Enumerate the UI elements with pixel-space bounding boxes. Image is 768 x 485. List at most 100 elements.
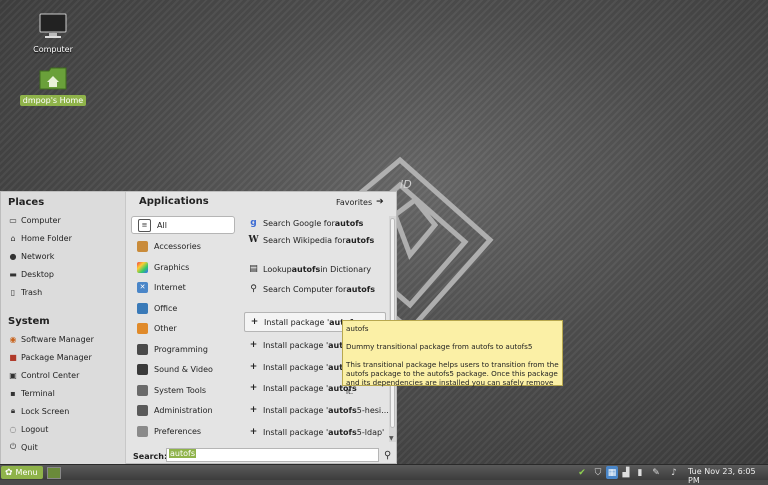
system-tools-icon bbox=[137, 384, 148, 396]
google-icon: g bbox=[250, 218, 257, 228]
system-title: System bbox=[8, 316, 50, 327]
dictionary-icon: ▤ bbox=[249, 264, 258, 274]
scroll-down-icon[interactable]: ▼ bbox=[389, 435, 394, 442]
system-item-control-center[interactable]: ▣ Control Center bbox=[8, 367, 79, 383]
category-all[interactable]: ≡ All bbox=[131, 216, 235, 234]
places-item-trash[interactable]: ▯ Trash bbox=[8, 284, 42, 300]
plus-icon: + bbox=[249, 427, 258, 437]
battery-icon[interactable]: ▮ bbox=[634, 466, 646, 479]
preferences-icon bbox=[137, 425, 148, 437]
plus-icon: + bbox=[249, 383, 258, 393]
plus-icon: + bbox=[250, 317, 259, 327]
result-lookup-dictionary[interactable]: ▤ Lookup autofs in Dictionary bbox=[248, 260, 371, 278]
search-icon: ⚲ bbox=[250, 284, 257, 294]
favorites-button[interactable]: Favorites ➔ bbox=[336, 197, 384, 207]
places-system-pane: Places ▭ Computer ⌂ Home Folder ● Network ▬… bbox=[1, 192, 126, 464]
other-icon bbox=[137, 322, 148, 334]
result-install-package-3[interactable]: + Install package ' auto bbox=[248, 358, 349, 376]
category-office[interactable]: Office bbox=[131, 299, 235, 317]
category-accessories[interactable]: Accessories bbox=[131, 237, 235, 255]
home-folder-icon bbox=[39, 67, 67, 90]
bottom-panel: ✿ Menu ✔ ⛉ ▦ ▟ ▮ ✎ ♪ Tue Nov 23, 6:05 PM bbox=[0, 464, 768, 485]
desktop-icon-label: Computer bbox=[33, 45, 73, 54]
result-search-computer[interactable]: ⚲ Search Computer for autofs bbox=[248, 280, 375, 298]
system-item-terminal[interactable]: ▪ Terminal bbox=[8, 385, 55, 401]
programming-icon bbox=[137, 343, 148, 355]
package-tooltip: autofs Dummy transitional package from a… bbox=[342, 320, 563, 396]
system-item-logout[interactable]: ◌ Logout bbox=[8, 421, 49, 437]
tooltip-summary: Dummy transitional package from autofs t… bbox=[346, 342, 533, 351]
places-item-computer[interactable]: ▭ Computer bbox=[8, 212, 61, 228]
sound-video-icon bbox=[137, 363, 148, 375]
mint-menu-icon: ✿ bbox=[5, 467, 13, 478]
search-input-text: autofs bbox=[169, 449, 196, 458]
start-menu: Places ▭ Computer ⌂ Home Folder ● Network ▬… bbox=[0, 191, 397, 464]
software-manager-icon: ◉ bbox=[9, 334, 17, 344]
category-sound-video[interactable]: Sound & Video bbox=[131, 360, 235, 378]
computer-icon: ▭ bbox=[9, 215, 17, 225]
svg-text:ID: ID bbox=[400, 178, 412, 191]
shield-icon[interactable]: ⛉ bbox=[592, 466, 604, 479]
result-install-package-5[interactable]: + Install package ' autofs 5-hesi... bbox=[248, 401, 389, 419]
category-other[interactable]: Other bbox=[131, 319, 235, 337]
wikipedia-icon: W bbox=[248, 235, 259, 245]
places-item-home-folder[interactable]: ⌂ Home Folder bbox=[8, 230, 71, 246]
monitor-icon bbox=[39, 13, 67, 38]
category-system-tools[interactable]: System Tools bbox=[131, 381, 235, 399]
accessories-icon bbox=[137, 240, 148, 252]
desktop-icon: ▬ bbox=[9, 269, 17, 279]
system-item-quit[interactable]: ⏻ Quit bbox=[8, 439, 38, 455]
system-item-package-manager[interactable]: ■ Package Manager bbox=[8, 349, 92, 365]
plus-icon: + bbox=[249, 362, 258, 372]
internet-icon: ✕ bbox=[137, 281, 148, 293]
search-input[interactable]: autofs bbox=[166, 448, 379, 462]
package-manager-icon: ■ bbox=[9, 352, 17, 362]
terminal-icon: ▪ bbox=[10, 388, 16, 398]
system-item-lock-screen[interactable]: 🔒︎ Lock Screen bbox=[8, 403, 69, 419]
keyboard-icon[interactable]: ▦ bbox=[606, 466, 618, 479]
lock-icon: 🔒︎ bbox=[10, 406, 16, 415]
desktop-icon-computer[interactable]: Computer bbox=[18, 12, 88, 55]
trash-icon: ▯ bbox=[10, 287, 16, 297]
result-install-package-2[interactable]: + Install package ' auto bbox=[248, 336, 349, 354]
pin-icon[interactable]: ✎ bbox=[650, 466, 662, 479]
administration-icon bbox=[137, 404, 148, 416]
category-graphics[interactable]: Graphics bbox=[131, 258, 235, 276]
plus-icon: + bbox=[249, 340, 258, 350]
search-label: Search: bbox=[133, 452, 168, 461]
menu-button[interactable]: ✿ Menu bbox=[1, 466, 43, 479]
arrow-right-icon: ➔ bbox=[376, 197, 384, 207]
places-title: Places bbox=[8, 197, 45, 208]
result-search-wikipedia[interactable]: W Search Wikipedia for autofs bbox=[248, 231, 374, 249]
places-item-network[interactable]: ● Network bbox=[8, 248, 55, 264]
show-desktop-button[interactable] bbox=[47, 467, 61, 479]
all-icon: ≡ bbox=[138, 218, 151, 232]
home-icon: ⌂ bbox=[10, 233, 16, 243]
logout-icon: ◌ bbox=[9, 424, 17, 434]
category-administration[interactable]: Administration bbox=[131, 401, 235, 419]
applications-title: Applications bbox=[139, 196, 209, 207]
result-search-google[interactable]: g Search Google for autofs bbox=[248, 214, 363, 232]
update-check-icon[interactable]: ✔ bbox=[576, 466, 588, 479]
tooltip-description: This transitional package helps users to… bbox=[346, 360, 559, 396]
volume-icon[interactable]: ♪ bbox=[668, 466, 680, 479]
places-item-desktop[interactable]: ▬ Desktop bbox=[8, 266, 54, 282]
category-internet[interactable]: ✕ Internet bbox=[131, 278, 235, 296]
desktop-icon-home[interactable]: dmpop's Home bbox=[18, 65, 88, 106]
tooltip-title: autofs bbox=[346, 324, 369, 333]
desktop-icon-label: dmpop's Home bbox=[19, 95, 87, 106]
search-icon[interactable]: ⚲ bbox=[384, 450, 391, 461]
graphics-icon bbox=[137, 261, 148, 273]
quit-icon: ⏻ bbox=[9, 442, 17, 451]
result-install-package-6[interactable]: + Install package ' autofs 5-ldap' bbox=[248, 423, 385, 441]
network-icon: ● bbox=[9, 251, 17, 261]
category-programming[interactable]: Programming bbox=[131, 340, 235, 358]
category-preferences[interactable]: Preferences bbox=[131, 422, 235, 440]
network-signal-icon[interactable]: ▟ bbox=[620, 466, 632, 479]
plus-icon: + bbox=[249, 405, 258, 415]
clock[interactable]: Tue Nov 23, 6:05 PM bbox=[688, 467, 768, 485]
system-item-software-manager[interactable]: ◉ Software Manager bbox=[8, 331, 94, 347]
control-center-icon: ▣ bbox=[9, 370, 17, 380]
office-icon bbox=[137, 302, 148, 314]
result-install-package-4[interactable]: + Install package ' autofs bbox=[248, 379, 357, 397]
